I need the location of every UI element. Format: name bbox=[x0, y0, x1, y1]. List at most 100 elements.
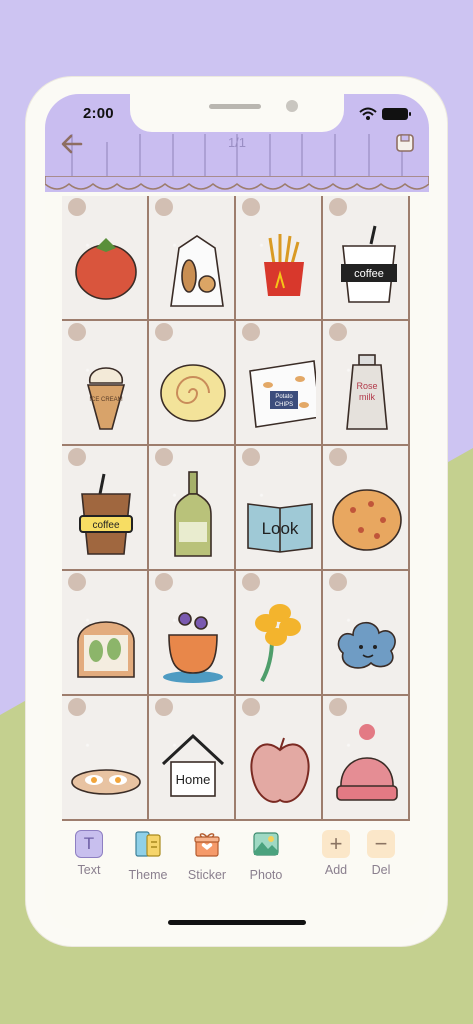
app-screen: 2:00 1/1 coffee ICE CREAM Potato CHIPS Rose m… bbox=[45, 94, 429, 930]
delete-button[interactable]: − Del bbox=[351, 828, 411, 877]
sticker-cell[interactable] bbox=[323, 446, 410, 571]
select-dot[interactable] bbox=[242, 448, 260, 466]
home-indicator bbox=[168, 920, 306, 925]
sticker-button[interactable]: Sticker bbox=[177, 828, 237, 882]
sticker-grid: coffee ICE CREAM Potato CHIPS Rose milk coffee… bbox=[62, 196, 410, 821]
select-dot[interactable] bbox=[329, 573, 347, 591]
status-time: 2:00 bbox=[83, 105, 114, 122]
svg-text:coffee: coffee bbox=[354, 268, 384, 280]
bread-bag-sticker[interactable] bbox=[157, 218, 229, 308]
svg-text:Look: Look bbox=[262, 519, 299, 538]
theme-icon bbox=[135, 831, 161, 857]
select-dot[interactable] bbox=[68, 448, 86, 466]
sticker-cell[interactable] bbox=[236, 571, 323, 696]
sticker-cell[interactable] bbox=[149, 321, 236, 446]
sticker-cell[interactable] bbox=[236, 196, 323, 321]
select-dot[interactable] bbox=[242, 323, 260, 341]
gift-icon bbox=[194, 833, 220, 857]
coffee-cup-sticker[interactable]: coffee bbox=[331, 218, 403, 308]
rose-milk-sticker[interactable]: Rosemilk bbox=[331, 343, 403, 433]
battery-icon bbox=[382, 108, 411, 120]
minus-icon-glyph: − bbox=[374, 831, 388, 856]
svg-text:ICE CREAM: ICE CREAM bbox=[89, 397, 122, 403]
select-dot[interactable] bbox=[155, 448, 173, 466]
sticker-cell[interactable]: Home bbox=[149, 696, 236, 821]
photo-icon bbox=[253, 832, 279, 856]
header-scallop-edge bbox=[45, 176, 429, 190]
select-dot[interactable] bbox=[155, 573, 173, 591]
beanie-sticker[interactable] bbox=[331, 718, 403, 808]
save-icon-button[interactable] bbox=[394, 132, 416, 154]
svg-text:Rose: Rose bbox=[356, 381, 377, 391]
wine-bottle-sticker[interactable] bbox=[157, 468, 229, 558]
fried-eggs-sticker[interactable] bbox=[70, 718, 142, 808]
select-dot[interactable] bbox=[242, 198, 260, 216]
select-dot[interactable] bbox=[329, 198, 347, 216]
select-dot[interactable] bbox=[155, 698, 173, 716]
text-label: Text bbox=[77, 863, 101, 877]
svg-text:Home: Home bbox=[176, 772, 211, 787]
page-indicator: 1/1 bbox=[227, 135, 247, 150]
sticker-cell[interactable] bbox=[62, 571, 149, 696]
apple-sticker[interactable] bbox=[244, 718, 316, 808]
sticker-cell[interactable] bbox=[323, 571, 410, 696]
minus-icon: − bbox=[367, 830, 395, 858]
select-dot[interactable] bbox=[329, 698, 347, 716]
text-icon-glyph: T bbox=[83, 834, 95, 853]
theme-button[interactable]: Theme bbox=[118, 828, 178, 882]
plus-icon-glyph: + bbox=[329, 831, 343, 856]
speaker-grille bbox=[209, 104, 261, 109]
sticker-cell[interactable] bbox=[149, 571, 236, 696]
sticker-cell[interactable]: coffee bbox=[62, 446, 149, 571]
text-icon: T bbox=[75, 830, 103, 858]
sticker-label: Sticker bbox=[187, 868, 227, 882]
front-camera bbox=[286, 100, 298, 112]
select-dot[interactable] bbox=[329, 323, 347, 341]
select-dot[interactable] bbox=[155, 323, 173, 341]
flower-cup-sticker[interactable] bbox=[157, 593, 229, 683]
select-dot[interactable] bbox=[68, 198, 86, 216]
svg-text:Potato: Potato bbox=[275, 394, 293, 400]
svg-text:milk: milk bbox=[359, 392, 375, 402]
tomato-sticker[interactable] bbox=[70, 218, 142, 308]
pizza-sticker[interactable] bbox=[331, 468, 403, 558]
sticker-cell[interactable]: Potato CHIPS bbox=[236, 321, 323, 446]
sticker-cell[interactable] bbox=[236, 696, 323, 821]
sticker-cell[interactable]: ICE CREAM bbox=[62, 321, 149, 446]
select-dot[interactable] bbox=[68, 698, 86, 716]
select-dot[interactable] bbox=[68, 573, 86, 591]
photo-label: Photo bbox=[249, 868, 283, 882]
cloud-sticker[interactable] bbox=[331, 593, 403, 683]
select-dot[interactable] bbox=[242, 573, 260, 591]
plus-icon: + bbox=[322, 830, 350, 858]
status-icons bbox=[359, 107, 411, 120]
phone-notch bbox=[130, 94, 344, 132]
sticker-cell[interactable]: Look bbox=[236, 446, 323, 571]
home-sticker[interactable]: Home bbox=[157, 718, 229, 808]
sticker-cell[interactable] bbox=[149, 196, 236, 321]
avocado-toast-sticker[interactable] bbox=[70, 593, 142, 683]
chips-bag-sticker[interactable]: Potato CHIPS bbox=[244, 343, 316, 433]
select-dot[interactable] bbox=[155, 198, 173, 216]
book-sticker[interactable]: Look bbox=[244, 468, 316, 558]
ice-cream-sticker[interactable]: ICE CREAM bbox=[70, 343, 142, 433]
select-dot[interactable] bbox=[242, 698, 260, 716]
theme-label: Theme bbox=[128, 868, 168, 882]
photo-button[interactable]: Photo bbox=[236, 828, 296, 882]
sticker-cell[interactable]: Rose milk bbox=[323, 321, 410, 446]
sticker-cell[interactable] bbox=[62, 196, 149, 321]
swiss-roll-sticker[interactable] bbox=[157, 343, 229, 433]
sticker-cell[interactable] bbox=[62, 696, 149, 821]
fries-sticker[interactable] bbox=[244, 218, 316, 308]
back-arrow-button[interactable] bbox=[59, 132, 87, 156]
select-dot[interactable] bbox=[68, 323, 86, 341]
sticker-cell[interactable]: coffee bbox=[323, 196, 410, 321]
yellow-flower-sticker[interactable] bbox=[244, 593, 316, 683]
select-dot[interactable] bbox=[329, 448, 347, 466]
sticker-cell[interactable] bbox=[323, 696, 410, 821]
svg-text:coffee: coffee bbox=[92, 520, 119, 531]
wifi-icon bbox=[359, 107, 377, 120]
text-button[interactable]: T Text bbox=[59, 828, 119, 877]
iced-coffee-sticker[interactable]: coffee bbox=[70, 468, 142, 558]
sticker-cell[interactable] bbox=[149, 446, 236, 571]
